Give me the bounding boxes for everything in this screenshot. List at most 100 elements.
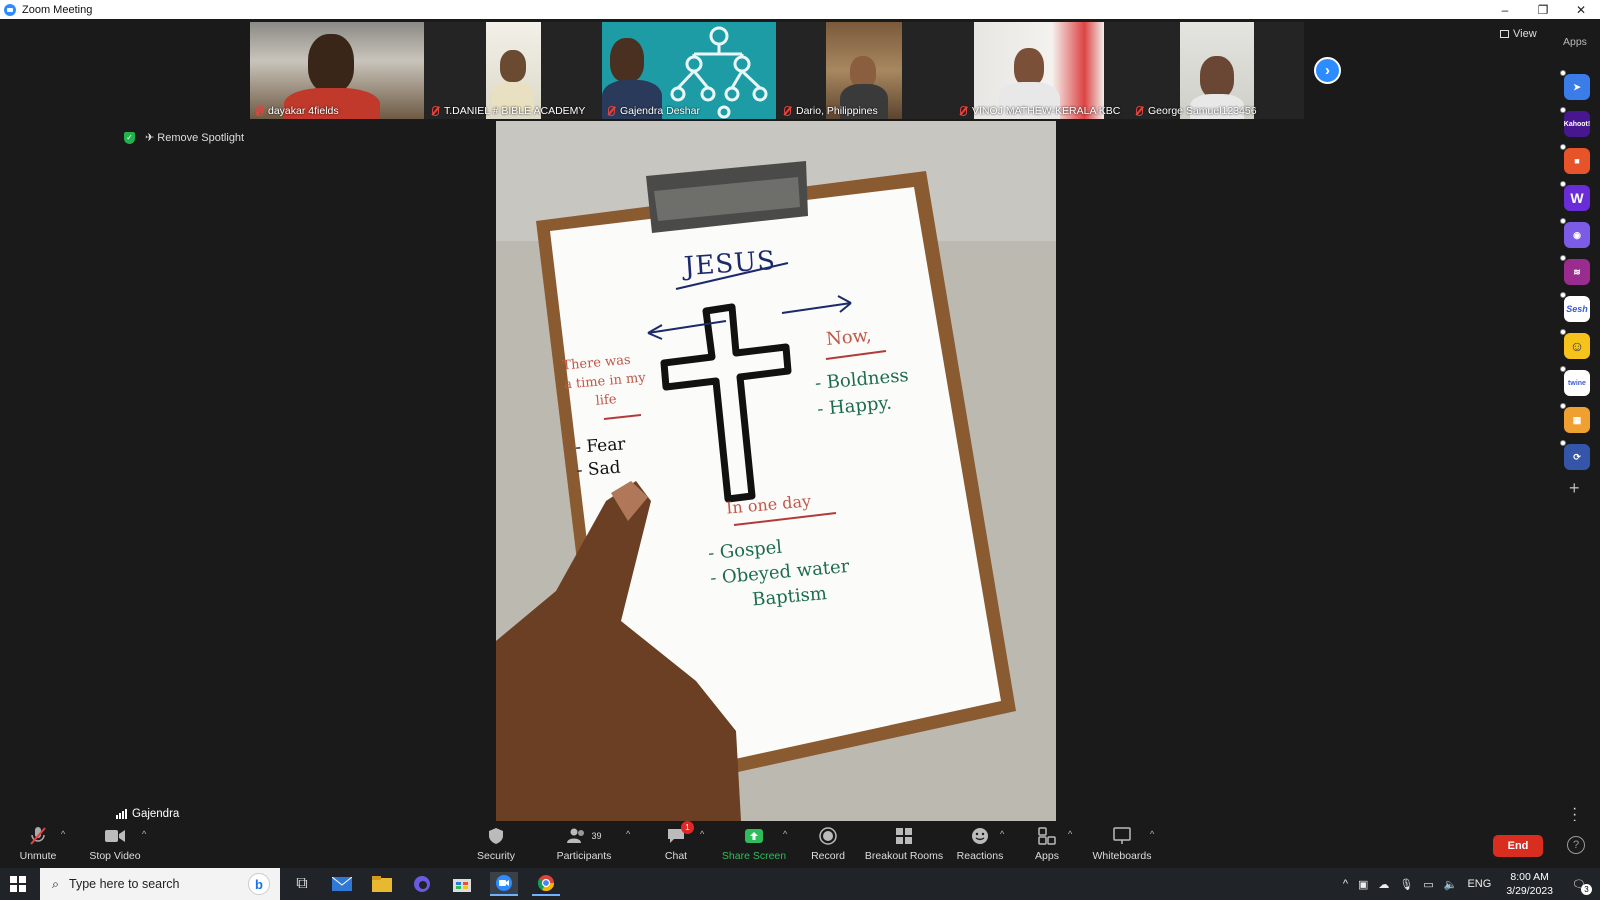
gallery-next-button[interactable]: › xyxy=(1314,57,1341,84)
onedrive-icon[interactable]: ☁ xyxy=(1378,878,1389,891)
mic-muted-icon xyxy=(960,106,967,116)
view-button[interactable]: View xyxy=(1500,28,1537,40)
kahoot-icon: Kahoot! xyxy=(1563,120,1591,128)
participant-tile[interactable]: Dario, Philippines xyxy=(778,22,952,119)
mail-icon[interactable] xyxy=(328,872,356,896)
participant-name: T.DANIEL # BIBLE ACADEMY xyxy=(426,105,600,117)
participant-body xyxy=(1014,48,1044,86)
participants-button[interactable]: 39 Participants xyxy=(544,825,624,862)
language-indicator[interactable]: ENG xyxy=(1467,878,1491,890)
chevron-up-icon[interactable]: ^ xyxy=(1343,878,1348,890)
board-left-items: - Fear - Sad xyxy=(574,433,627,482)
participant-tile[interactable]: Gajendra Deshar xyxy=(602,22,776,119)
rail-app-wordwall[interactable]: W xyxy=(1560,181,1590,211)
wave-app-icon: ≋ xyxy=(1573,266,1581,277)
windows-taskbar: ⌕ Type here to search b ⧉ ^ ▣ ☁ 🎙 ▭ 🔈 EN… xyxy=(0,868,1600,900)
app-indicator xyxy=(1560,329,1566,335)
rail-app-camera[interactable]: ◉ xyxy=(1560,218,1590,248)
windows-start-icon[interactable] xyxy=(10,876,26,892)
wordwall-icon: W xyxy=(1570,190,1584,206)
unmute-button[interactable]: Unmute xyxy=(0,825,78,862)
shield-icon xyxy=(456,825,536,847)
network-icon[interactable]: ▭ xyxy=(1423,878,1433,891)
participant-tile[interactable]: dayakar 4fields xyxy=(250,22,424,119)
rail-app-sesh[interactable]: Sesh xyxy=(1560,292,1590,322)
remove-spotlight-label: Remove Spotlight xyxy=(157,132,245,144)
volume-icon[interactable]: 🔈 xyxy=(1444,878,1458,891)
app-indicator xyxy=(1560,107,1566,113)
participant-body xyxy=(500,50,526,82)
bing-icon[interactable]: b xyxy=(248,873,270,895)
participant-name: Gajendra Deshar xyxy=(602,105,776,117)
rail-app-twine[interactable]: twine xyxy=(1560,366,1590,396)
chrome-icon[interactable] xyxy=(532,872,560,896)
microphone-icon[interactable]: 🎙 xyxy=(1399,878,1413,891)
participant-name: dayakar 4fields xyxy=(250,105,424,117)
security-button[interactable]: Security xyxy=(456,825,536,862)
taskbar-clock[interactable]: 8:00 AM 3/29/2023 xyxy=(1506,870,1553,898)
share-screen-label: Share Screen xyxy=(721,850,787,862)
edge-icon[interactable] xyxy=(408,872,436,896)
app-indicator xyxy=(1560,366,1566,372)
breakout-rooms-label: Breakout Rooms xyxy=(864,850,944,862)
add-app-icon[interactable]: + xyxy=(1569,478,1580,499)
share-screen-icon xyxy=(714,825,794,847)
window-controls: – ❐ ✕ xyxy=(1486,0,1600,19)
participant-name: George Samuel123456 xyxy=(1130,105,1304,117)
window-titlebar: Zoom Meeting – ❐ ✕ xyxy=(0,0,1600,19)
mic-muted-icon xyxy=(432,106,439,116)
apps-button[interactable]: Apps xyxy=(1007,825,1087,862)
notifications-icon[interactable]: 🗨 3 xyxy=(1572,878,1592,895)
participants-count: 39 xyxy=(591,831,602,841)
stop-video-label: Stop Video xyxy=(89,850,141,862)
breakout-rooms-button[interactable]: Breakout Rooms xyxy=(864,825,944,862)
rail-app-kahoot[interactable]: Kahoot! xyxy=(1560,107,1591,137)
participant-tile[interactable]: George Samuel123456 xyxy=(1130,22,1304,119)
notification-count: 3 xyxy=(1581,883,1592,895)
audio-options-caret[interactable]: ^ xyxy=(61,829,65,839)
record-button[interactable]: Record xyxy=(788,825,868,862)
clock-date: 3/29/2023 xyxy=(1506,885,1554,897)
search-icon: ⌕ xyxy=(52,876,60,891)
twine-icon: twine xyxy=(1568,379,1586,387)
taskbar-search-box[interactable]: ⌕ Type here to search b xyxy=(40,868,280,900)
meet-now-icon[interactable]: ▣ xyxy=(1358,878,1368,891)
apps-panel-label: Apps xyxy=(1563,36,1587,48)
close-button[interactable]: ✕ xyxy=(1562,0,1600,19)
rail-app-sync[interactable]: ⟳ xyxy=(1560,440,1590,470)
unmute-label: Unmute xyxy=(19,850,57,862)
rail-app-wave[interactable]: ≋ xyxy=(1560,255,1590,285)
participant-tile[interactable]: VINOJ MATHEW-KERALA KBC xyxy=(954,22,1128,119)
reactions-options-caret[interactable]: ^ xyxy=(1000,829,1004,839)
file-explorer-icon[interactable] xyxy=(368,872,396,896)
minimize-button[interactable]: – xyxy=(1486,0,1524,19)
share-screen-button[interactable]: Share Screen xyxy=(714,825,794,862)
security-label: Security xyxy=(477,850,515,862)
rail-app-arrow[interactable]: ➤ xyxy=(1560,70,1590,100)
task-view-icon[interactable]: ⧉ xyxy=(288,872,316,896)
participants-options-caret[interactable]: ^ xyxy=(626,829,630,839)
app-indicator xyxy=(1560,440,1566,446)
whiteboards-options-caret[interactable]: ^ xyxy=(1150,829,1154,839)
shield-icon: ✓ xyxy=(124,131,135,144)
video-options-caret[interactable]: ^ xyxy=(142,829,146,839)
board-left-item: - Sad xyxy=(576,457,622,481)
apps-options-caret[interactable]: ^ xyxy=(1068,829,1072,839)
rail-app-grid[interactable]: ▦ xyxy=(1560,403,1590,433)
participant-tile[interactable]: T.DANIEL # BIBLE ACADEMY xyxy=(426,22,600,119)
speaker-name: Gajendra xyxy=(132,808,180,820)
zoom-taskbar-icon[interactable] xyxy=(490,872,518,896)
store-icon[interactable] xyxy=(448,872,476,896)
share-options-caret[interactable]: ^ xyxy=(783,829,787,839)
chat-label: Chat xyxy=(664,850,688,862)
rail-app-smiley[interactable]: ☺ xyxy=(1560,329,1590,359)
view-label: View xyxy=(1513,28,1537,40)
chat-options-caret[interactable]: ^ xyxy=(700,829,704,839)
rail-app-orange[interactable]: ■ xyxy=(1560,144,1590,174)
help-icon[interactable]: ? xyxy=(1567,836,1585,854)
sesh-icon: Sesh xyxy=(1566,304,1588,314)
end-meeting-button[interactable]: End xyxy=(1493,835,1543,857)
restore-button[interactable]: ❐ xyxy=(1524,0,1562,19)
apps-label: Apps xyxy=(1035,850,1059,862)
remove-spotlight-button[interactable]: ✈ Remove Spotlight xyxy=(145,131,244,144)
